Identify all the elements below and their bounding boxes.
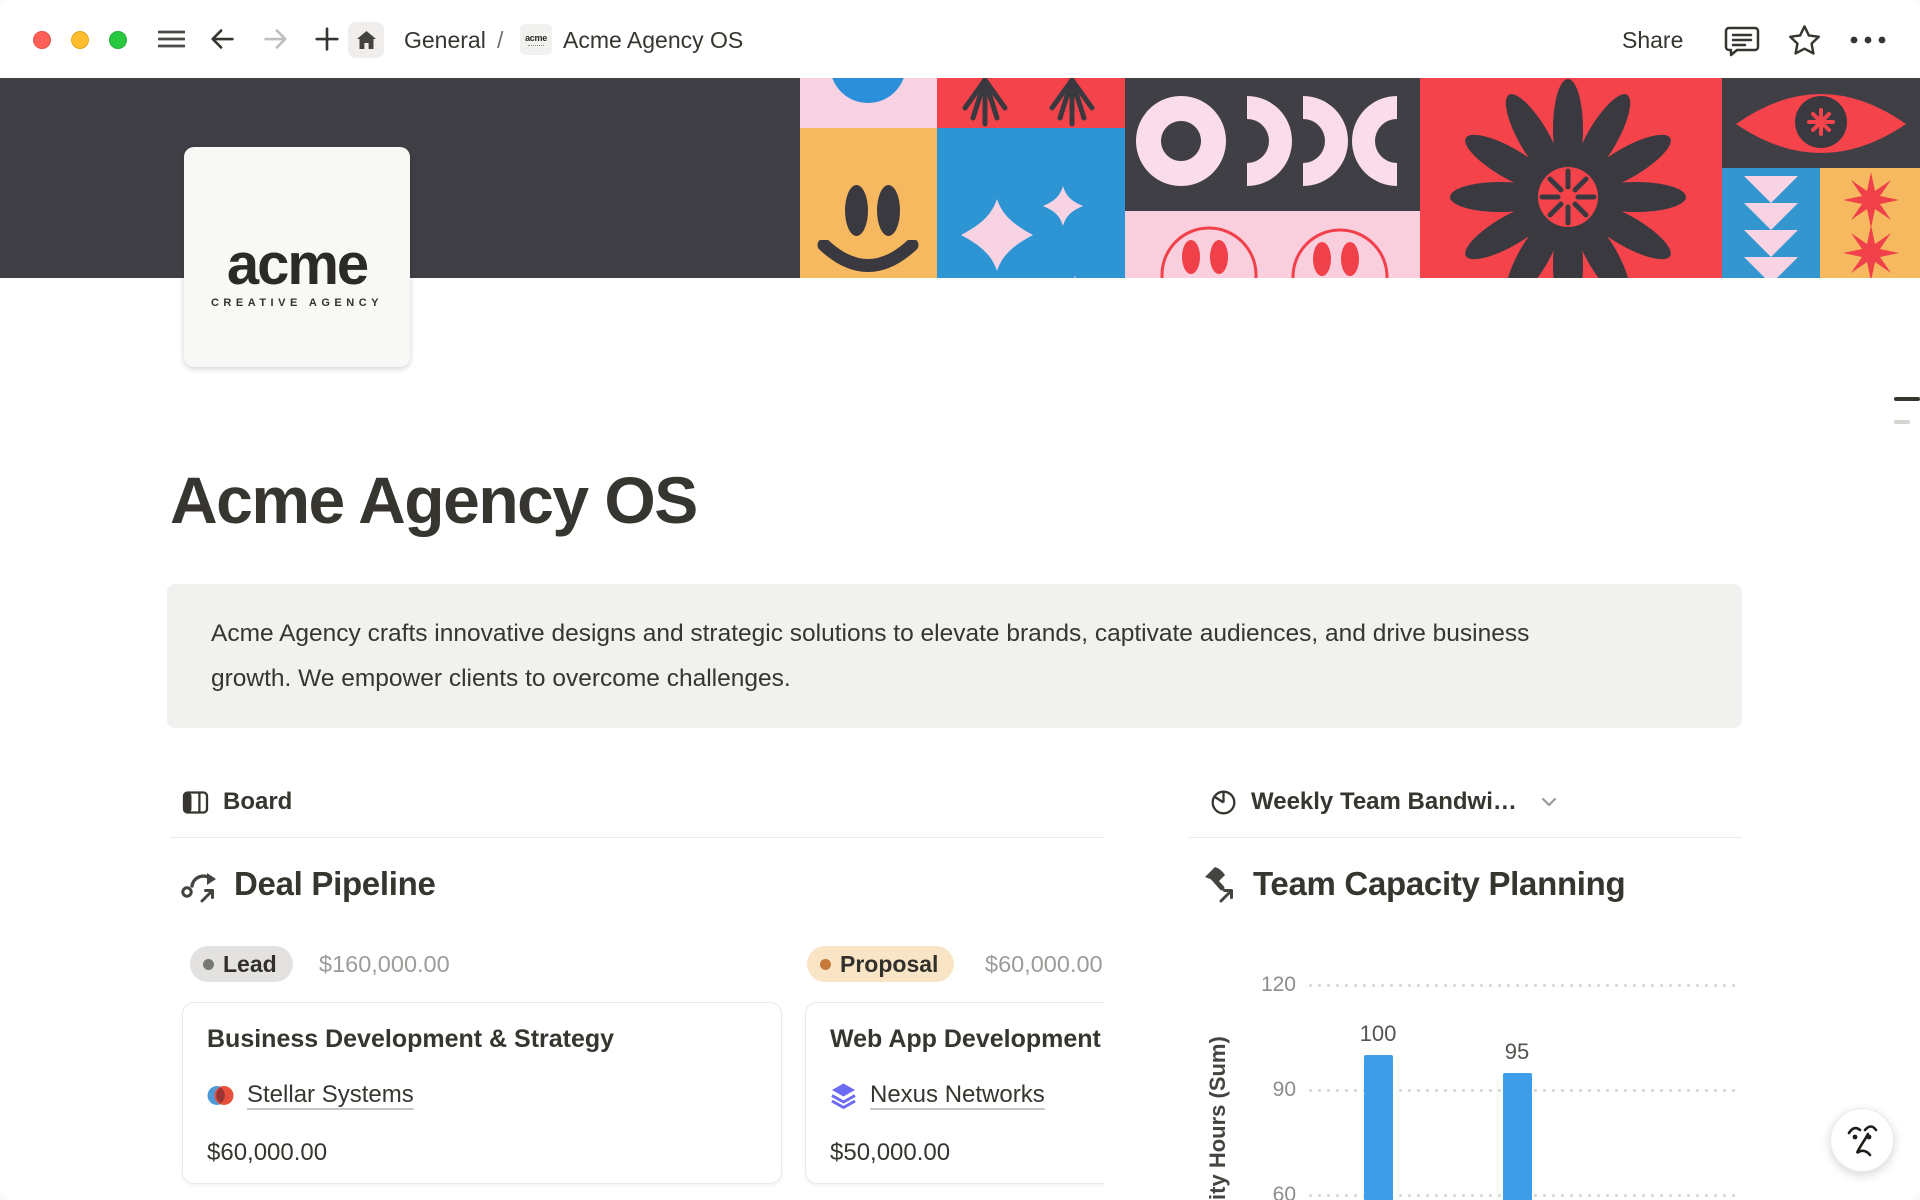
- board-card[interactable]: Business Development & Strategy Stellar …: [182, 1002, 782, 1184]
- forward-icon[interactable]: [260, 24, 290, 54]
- chart-bar-value-label: 100: [1343, 1021, 1413, 1047]
- minimize-window-button[interactable]: [71, 31, 89, 49]
- card-title: Business Development & Strategy: [207, 1025, 614, 1054]
- chart-gridline: [1306, 984, 1738, 987]
- ai-face-icon: [1842, 1120, 1882, 1160]
- favorite-star-icon[interactable]: [1788, 24, 1821, 56]
- chart-y-axis-label: Capacity Hours (Sum): [1205, 966, 1231, 1200]
- logo-tagline: CREATIVE AGENCY: [184, 297, 410, 309]
- toc-indicator-bar[interactable]: [1894, 397, 1920, 401]
- cover-art-flower-tile: [1420, 78, 1722, 278]
- workspace-logo-card: acme CREATIVE AGENCY: [184, 147, 410, 367]
- breadcrumb-workspace[interactable]: General: [404, 27, 486, 53]
- sidebar-toggle-icon[interactable]: [158, 24, 185, 54]
- view-divider: [170, 837, 1105, 838]
- chart-bar-value-label: 95: [1482, 1039, 1552, 1065]
- breadcrumb-separator: /: [497, 27, 503, 53]
- chart-bar[interactable]: [1364, 1055, 1393, 1200]
- chart-view: Weekly Team Bandwi… Team Capacity Planni…: [1189, 778, 1742, 1200]
- client-relation-link[interactable]: Nexus Networks: [870, 1081, 1045, 1109]
- chart-y-tick-label: 90: [1226, 1078, 1296, 1102]
- more-options-icon[interactable]: [1846, 24, 1890, 54]
- chart-y-tick-label: 120: [1226, 973, 1296, 997]
- new-tab-icon[interactable]: [312, 24, 342, 54]
- cover-art-oddc-tile: [1125, 78, 1420, 211]
- toolbar: General / acme Acme Agency OS Share: [0, 0, 1920, 78]
- status-dot: [820, 959, 831, 970]
- card-title: Web App Development: [830, 1025, 1101, 1054]
- linked-database-sync-icon: [180, 864, 220, 904]
- cover-art-circle-tile: [800, 78, 937, 128]
- cover-art-sparkle-tile: [937, 128, 1125, 278]
- cover-art-stars-tile: [1820, 168, 1920, 278]
- board-icon: [182, 789, 209, 816]
- home-button[interactable]: [348, 22, 384, 58]
- cover-art-smiley-tile: [800, 128, 937, 278]
- home-icon: [356, 30, 377, 50]
- callout-text: Acme Agency crafts innovative designs an…: [211, 611, 1556, 701]
- cover-art-faces-tile: [1125, 211, 1420, 278]
- comments-icon[interactable]: [1724, 24, 1760, 58]
- board-card[interactable]: Web App Development Nexus Networks $50,0…: [805, 1002, 1105, 1184]
- board-tab-label: Board: [223, 788, 292, 816]
- status-pill-lead[interactable]: Lead: [190, 946, 293, 982]
- back-icon[interactable]: [208, 24, 238, 54]
- share-button[interactable]: Share: [1622, 27, 1683, 53]
- chart-y-tick-label: 60: [1226, 1183, 1296, 1200]
- zoom-window-button[interactable]: [109, 31, 127, 49]
- cover-art-firework-tile: [937, 78, 1125, 128]
- group-sum: $60,000.00: [985, 951, 1103, 978]
- breadcrumb-page-title[interactable]: Acme Agency OS: [563, 27, 743, 53]
- board-view-tab[interactable]: Board: [182, 788, 292, 816]
- board-view: Board Deal Pipeline Lead $160,000.00 Bus…: [170, 778, 1105, 1200]
- close-window-button[interactable]: [33, 31, 51, 49]
- card-amount: $50,000.00: [830, 1139, 950, 1167]
- status-dot: [203, 959, 214, 970]
- card-amount: $60,000.00: [207, 1139, 327, 1167]
- notion-ai-face-button[interactable]: [1830, 1108, 1894, 1172]
- app-window: General / acme Acme Agency OS Share: [0, 0, 1920, 1200]
- cover-art-eye-tile: [1722, 78, 1920, 168]
- bar-chart: 120 90 60 100 95: [1189, 778, 1742, 1200]
- toc-indicator-bar[interactable]: [1894, 420, 1910, 424]
- page-title: Acme Agency OS: [170, 462, 697, 538]
- chart-bar[interactable]: [1503, 1073, 1532, 1200]
- callout-block: Acme Agency crafts innovative designs an…: [167, 584, 1742, 728]
- client-logo-icon: [207, 1082, 234, 1109]
- logo-wordmark: acme: [184, 235, 410, 295]
- page-favicon: acme: [520, 24, 552, 55]
- client-logo-icon: [830, 1082, 857, 1109]
- cover-art-triangles-tile: [1722, 168, 1820, 278]
- client-relation-link[interactable]: Stellar Systems: [247, 1081, 414, 1109]
- board-section-heading: Deal Pipeline: [180, 864, 436, 904]
- group-sum: $160,000.00: [319, 951, 450, 978]
- board-section-title: Deal Pipeline: [234, 865, 436, 903]
- status-pill-proposal[interactable]: Proposal: [807, 946, 954, 982]
